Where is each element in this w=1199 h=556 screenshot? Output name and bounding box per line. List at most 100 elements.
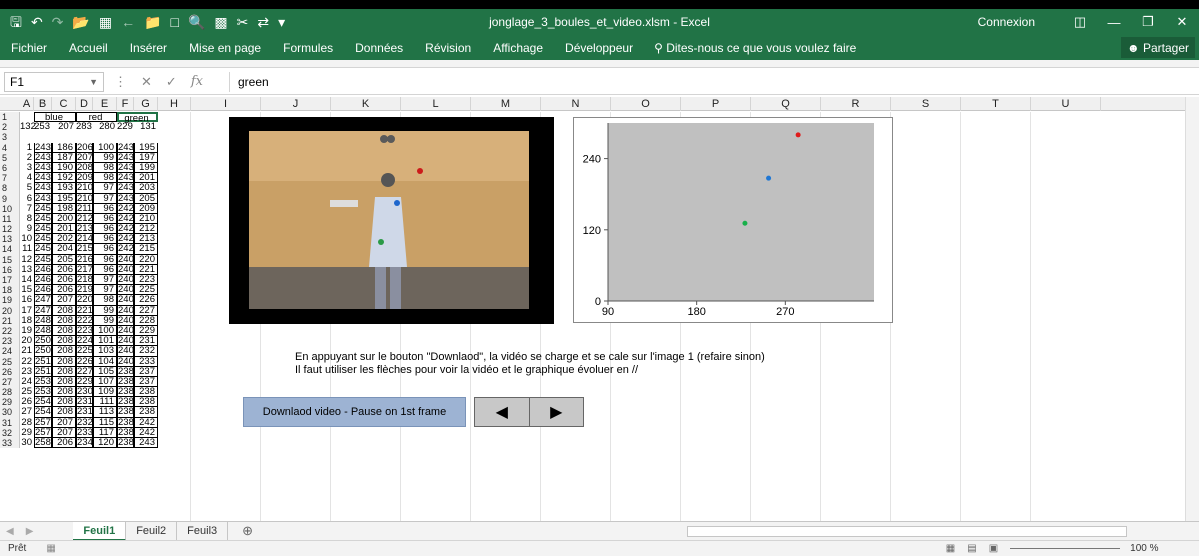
column-header-n[interactable]: N [541,97,611,111]
cell[interactable]: 229 [117,122,134,132]
column-header-k[interactable]: K [331,97,401,111]
cell[interactable]: 250 [34,346,52,357]
vertical-scrollbar[interactable] [1185,97,1199,521]
column-header-f[interactable]: F [117,97,134,111]
column-header-j[interactable]: J [261,97,331,111]
tab-mise-en-page[interactable]: Mise en page [178,41,272,55]
cell[interactable]: 97 [93,183,117,194]
row-header[interactable]: 7 [0,173,19,183]
row-header[interactable]: 24 [0,346,19,356]
tab-developpeur[interactable]: Développeur [554,41,644,55]
enter-icon[interactable]: ✓ [166,74,177,90]
add-sheet-icon[interactable]: ⊕ [228,523,267,539]
column-header-e[interactable]: E [93,97,117,111]
row-header[interactable]: 18 [0,285,19,295]
share-button[interactable]: ☻ Partager [1121,37,1195,58]
page-layout-icon[interactable]: ▤ [967,543,976,554]
tab-inserer[interactable]: Insérer [119,41,178,55]
zoom-level[interactable]: 100 % [1130,543,1158,554]
cell[interactable]: 193 [52,183,76,194]
column-header-q[interactable]: Q [751,97,821,111]
cancel-icon[interactable]: ✕ [141,74,152,90]
cell[interactable]: 225 [76,346,93,357]
cell[interactable]: 21 [20,346,34,356]
scatter-chart[interactable]: 90 180 270 0 120 240 [573,117,893,323]
row-header[interactable]: 28 [0,387,19,397]
column-header-o[interactable]: O [611,97,681,111]
tab-fichier[interactable]: Fichier [0,41,58,55]
cell[interactable]: 232 [134,346,158,357]
customize-icon[interactable]: ▾ [278,15,285,29]
tab-affichage[interactable]: Affichage [482,41,554,55]
video-player[interactable] [229,117,554,324]
folder-icon[interactable]: 📁 [144,15,161,29]
column-header-m[interactable]: M [471,97,541,111]
row-header[interactable]: 16 [0,265,19,275]
row-header[interactable]: 30 [0,407,19,417]
row-header[interactable]: 2 [0,122,19,132]
sheet-tab-feuil3[interactable]: Feuil3 [177,521,229,541]
close-icon[interactable]: ✕ [1165,14,1199,30]
row-header[interactable]: 15 [0,255,19,265]
paste-icon[interactable]: ✂ [237,15,249,29]
sheet-tab-feuil1[interactable]: Feuil1 [73,521,127,541]
column-header-t[interactable]: T [961,97,1031,111]
ribbon-display-icon[interactable]: ◫ [1063,14,1097,30]
macro-record-icon[interactable]: ▦ [46,543,55,554]
cell[interactable]: 132 [20,122,36,132]
column-header-c[interactable]: C [52,97,76,111]
cell[interactable]: 30 [20,437,34,448]
column-header-b[interactable]: B [34,97,52,111]
row-header[interactable]: 9 [0,194,19,204]
redo-icon[interactable]: ↷ [52,15,64,29]
worksheet-grid[interactable]: ABCDEFGHIJKLMNOPQRSTU 1 2 3 4 5 6 7 8 9 10 11 12 13 1… [0,97,1199,521]
back-icon[interactable]: ← [121,15,135,29]
function-icon[interactable]: fx [191,74,203,90]
next-frame-button[interactable]: ▶ [529,398,583,426]
zoom-slider[interactable] [1010,548,1121,549]
tab-formules[interactable]: Formules [272,41,344,55]
cell[interactable]: 207 [52,122,76,132]
column-header-g[interactable]: G [134,97,158,111]
row-header[interactable]: 19 [0,295,19,305]
tab-accueil[interactable]: Accueil [58,41,119,55]
page-break-icon[interactable]: ▣ [989,543,998,554]
cell[interactable]: 203 [134,183,158,194]
cell[interactable]: 280 [93,122,117,132]
column-header-i[interactable]: I [191,97,261,111]
cell[interactable]: 243 [117,183,134,194]
horizontal-scrollbar[interactable] [687,525,1128,537]
column-header-a[interactable]: A [20,97,34,111]
column-header-r[interactable]: R [821,97,891,111]
column-header-p[interactable]: P [681,97,751,111]
row-header[interactable]: 21 [0,316,19,326]
row-header[interactable]: 1 [0,112,19,122]
cell[interactable]: 234 [76,437,93,449]
row-header[interactable]: 11 [0,214,19,224]
column-header-u[interactable]: U [1031,97,1101,111]
previous-frame-button[interactable]: ◀ [475,398,530,426]
row-header[interactable]: 14 [0,244,19,254]
name-box[interactable]: F1 ▼ [4,71,104,92]
row-header[interactable]: 20 [0,306,19,316]
new-icon[interactable]: □ [171,15,179,29]
row-header[interactable]: 33 [0,438,19,448]
row-header[interactable]: 8 [0,183,19,193]
row-header[interactable]: 31 [0,418,19,428]
scroll-right-icon[interactable]: ▶ [20,526,74,537]
row-header[interactable]: 3 [0,132,19,142]
open-icon[interactable]: 📂 [72,15,89,29]
cell[interactable]: 5 [20,183,34,193]
row-header[interactable]: 29 [0,397,19,407]
sync-icon[interactable]: ⇄ [257,15,269,29]
scroll-left-icon[interactable]: ◀ [0,526,20,537]
form-icon[interactable]: ▦ [99,15,112,29]
sheet-tab-feuil2[interactable]: Feuil2 [126,521,178,541]
cell[interactable]: 240 [117,346,134,357]
cell[interactable]: 120 [93,437,117,449]
cell[interactable]: 131 [134,122,158,132]
formula-input[interactable]: green [229,71,1199,92]
row-header[interactable]: 6 [0,163,19,173]
cell[interactable]: 238 [117,437,134,449]
row-header[interactable]: 5 [0,153,19,163]
